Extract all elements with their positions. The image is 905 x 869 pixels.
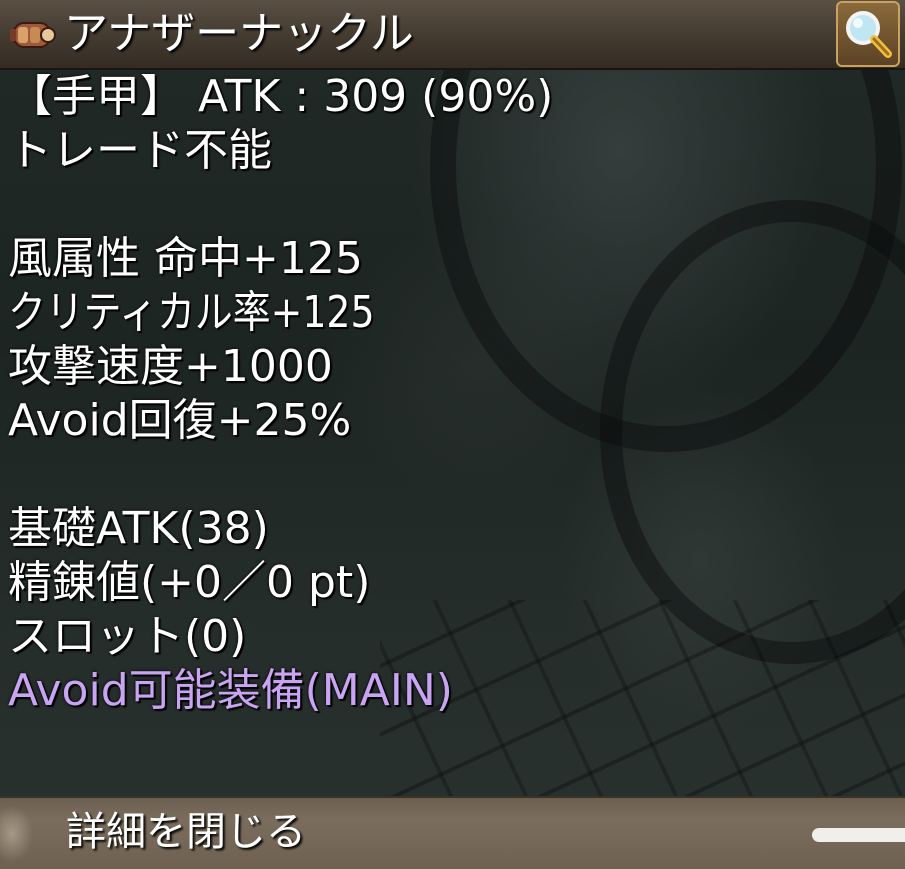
stat-attack-speed: 攻撃速度+1000 bbox=[8, 341, 333, 392]
item-stats: 【手甲】 ATK : 309 (90%) トレード不能 風属性 命中+125 ク… bbox=[8, 70, 888, 718]
stat-refine: 精錬値(+0／0 pt) bbox=[8, 557, 371, 608]
zoom-button[interactable] bbox=[836, 1, 900, 67]
stat-slot: スロット(0) bbox=[8, 611, 247, 662]
item-header: アナザーナックル bbox=[0, 0, 905, 70]
stat-wind-accuracy: 風属性 命中+125 bbox=[8, 233, 363, 284]
handle-tab[interactable] bbox=[812, 828, 905, 842]
stat-avoid-equip: Avoid可能装備(MAIN) bbox=[8, 665, 453, 716]
stat-critical: クリティカル率+125 bbox=[8, 287, 375, 338]
item-name: アナザーナックル bbox=[64, 8, 414, 59]
close-details-button[interactable]: 詳細を閉じる bbox=[66, 804, 306, 860]
close-details-bar[interactable]: 詳細を閉じる bbox=[0, 796, 905, 869]
stat-trade: トレード不能 bbox=[8, 125, 272, 176]
stat-type-atk: 【手甲】 ATK : 309 (90%) bbox=[8, 71, 554, 122]
magnifier-icon bbox=[846, 11, 892, 58]
stat-base-atk: 基礎ATK(38) bbox=[8, 503, 269, 554]
knuckle-icon bbox=[8, 15, 56, 55]
footer-decoration bbox=[0, 798, 46, 869]
stat-avoid-recovery: Avoid回復+25% bbox=[8, 395, 352, 446]
